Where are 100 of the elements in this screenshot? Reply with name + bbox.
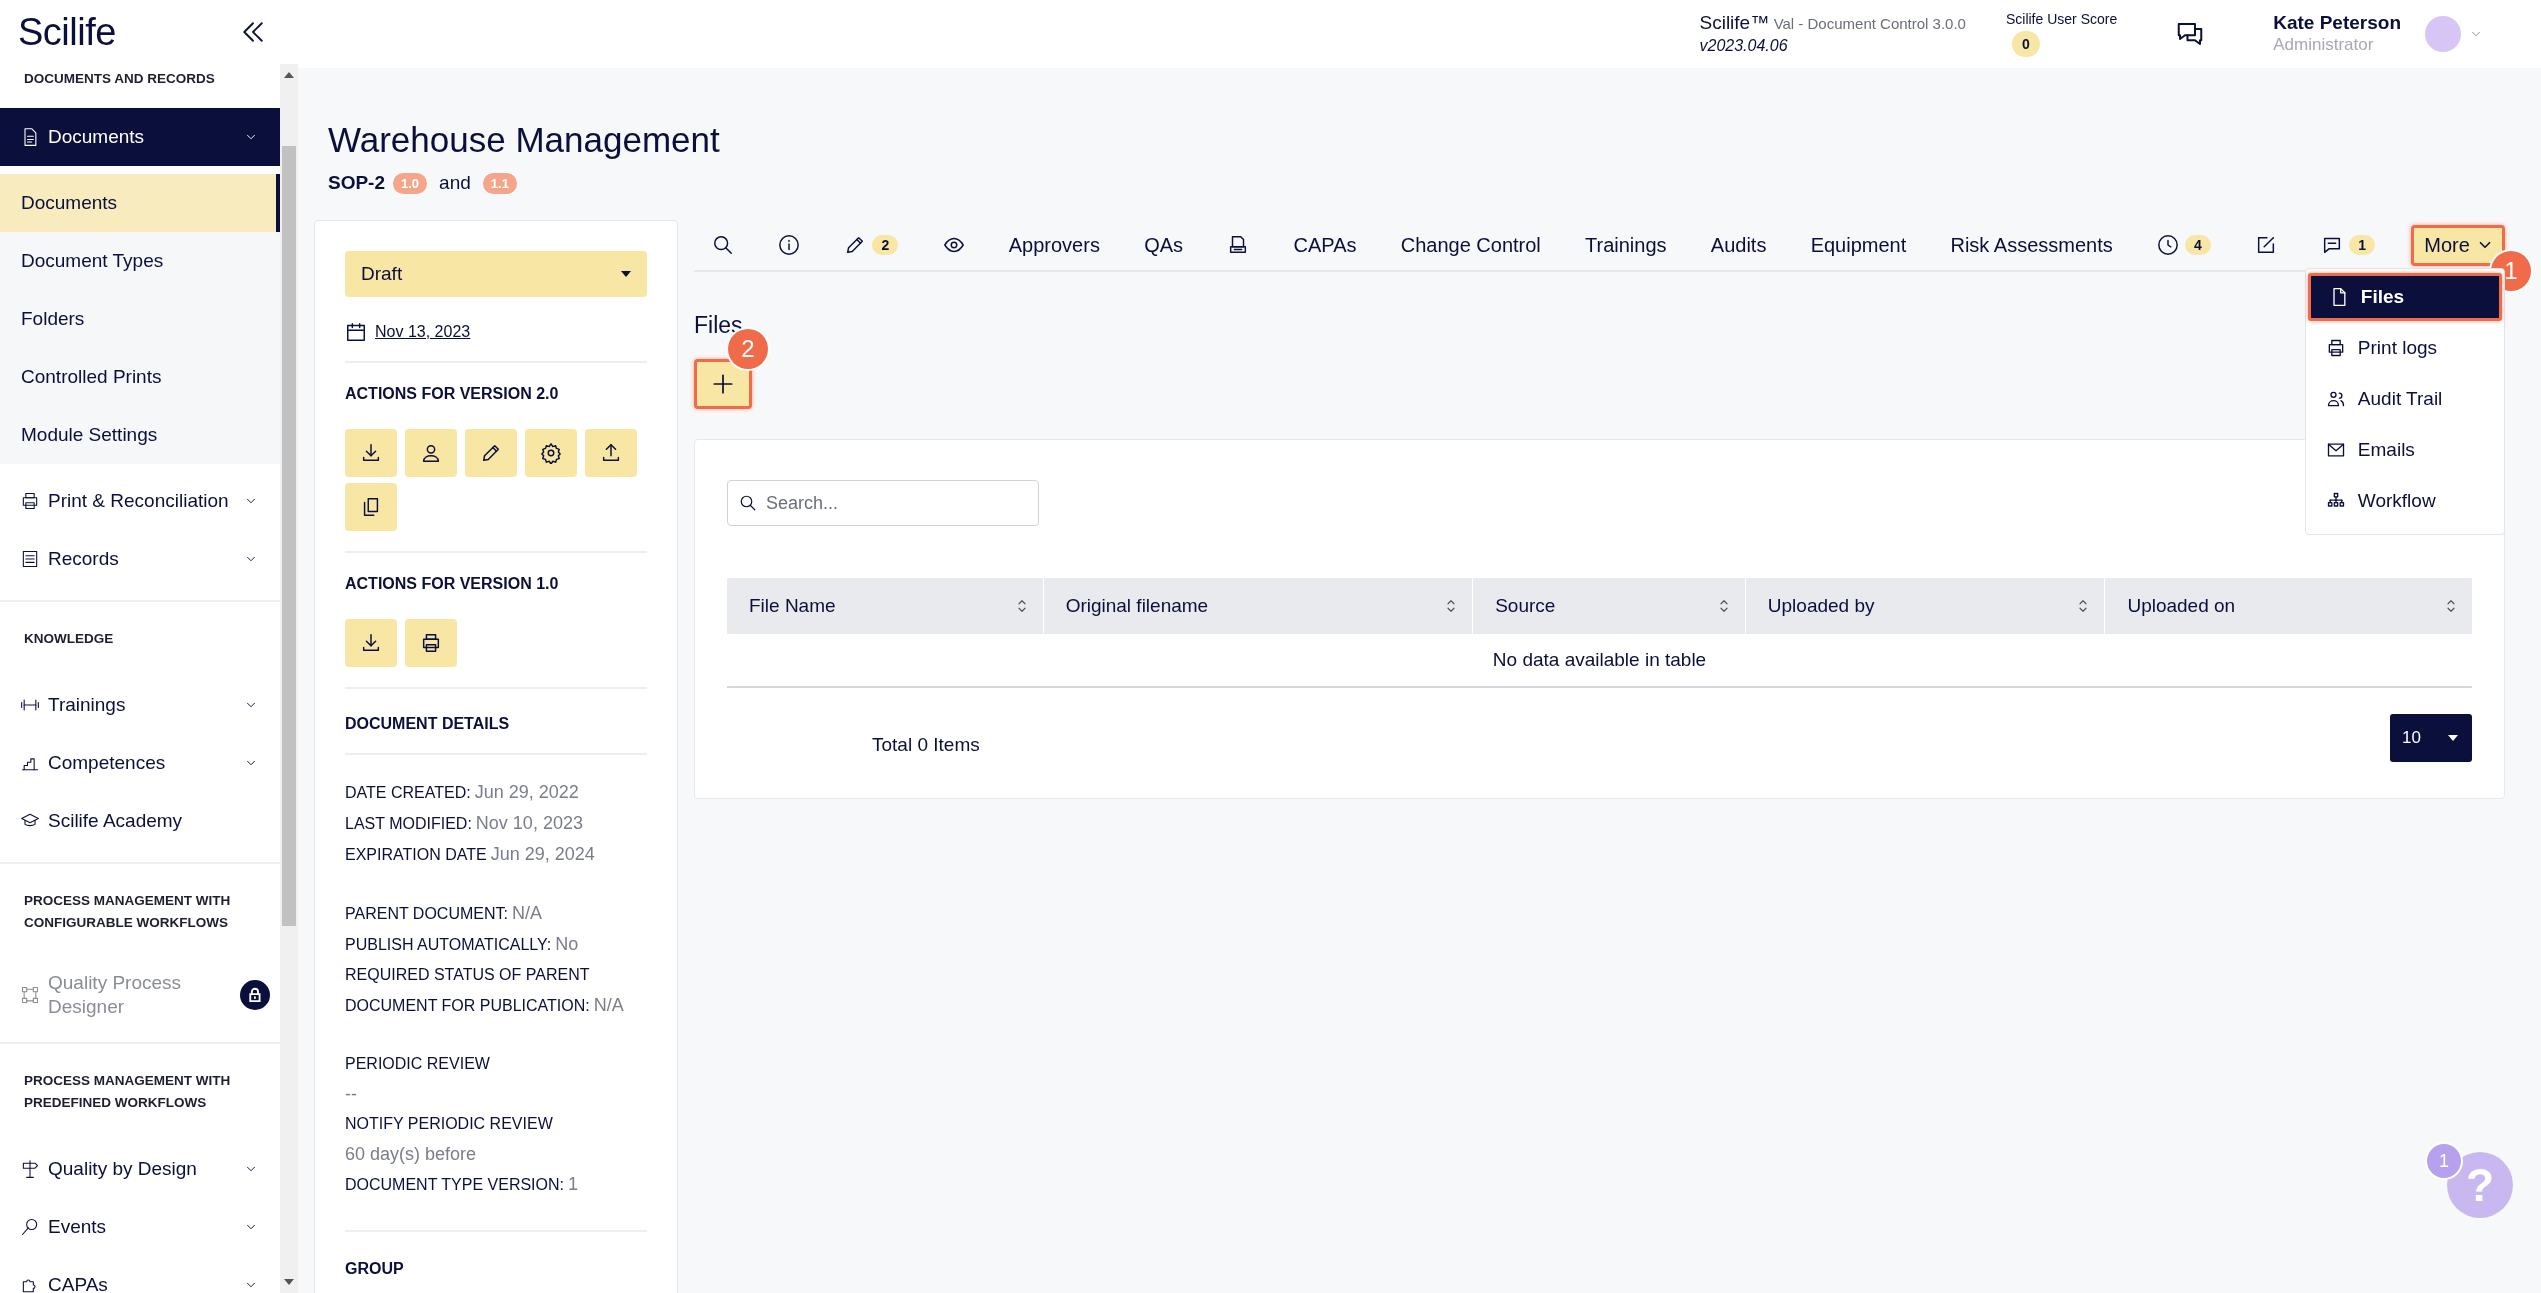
page-size-dropdown[interactable]: 10 [2390,714,2472,762]
detail-value: No [555,934,579,954]
tab[interactable]: Approvers [1000,225,1108,265]
menu-item[interactable]: Audit Trail [2307,374,2502,423]
clock-icon [2157,234,2179,256]
column-header[interactable]: File Name [727,578,1044,634]
menu-item[interactable]: Workflow [2307,476,2502,525]
tab[interactable]: Equipment [1802,225,1915,265]
nav-item[interactable]: Records [0,530,280,588]
version-badge: 1.1 [482,172,517,194]
printer-icon [420,632,442,654]
action-button[interactable] [585,429,637,477]
user-icon [420,442,442,464]
icon-tab[interactable]: 2 [836,226,907,264]
column-header[interactable]: Source [1473,578,1746,634]
detail-label: PUBLISH AUTOMATICALLY: [345,936,552,953]
nav-subitem[interactable]: Module Settings [0,406,280,464]
action-button[interactable] [345,483,397,531]
tab[interactable]: Audits [1702,225,1775,265]
date-link[interactable]: Nov 13, 2023 [375,323,471,341]
scrollbar[interactable] [280,64,298,1293]
icon-tab[interactable]: 1 [2313,226,2384,264]
nav-subitem[interactable]: Folders [0,290,280,348]
scrollbar-thumb[interactable] [282,146,296,926]
nav-item[interactable]: Print & Reconciliation [0,472,280,530]
detail-value: N/A [512,903,542,923]
info-icon [778,234,801,256]
empty-message: No data available in table [727,634,2472,688]
section-title: ACTIONS FOR VERSION 2.0 [345,385,560,403]
detail-value: 60 day(s) before [345,1143,478,1166]
nodes-icon [20,985,40,1005]
tab[interactable]: Trainings [1577,225,1675,265]
section-title: DOCUMENT DETAILS [345,689,647,755]
detail-label: DOCUMENT TYPE VERSION: [345,1176,564,1193]
notification-badge: 1 [2427,1144,2461,1178]
nav-item[interactable]: CAPAs [0,1256,280,1293]
search-field[interactable]: Search... [727,480,1039,526]
detail-value: Nov 10, 2023 [475,813,583,833]
detail-value: Jun 29, 2024 [490,844,595,864]
download-icon [360,632,382,654]
section-title: GROUP [345,1230,647,1278]
action-button[interactable] [405,429,457,477]
section-title: DOCUMENTS AND RECORDS [23,70,216,88]
action-button[interactable] [465,429,517,477]
document-code: SOP-2 [328,172,386,194]
section-title: PROCESS MANAGEMENT WITH CONFIGURABLE WORKFLOWS [23,892,232,932]
menu-item[interactable]: Print logs [2307,323,2502,372]
action-button[interactable] [345,429,397,477]
tab[interactable]: CAPAs [1285,225,1365,265]
score-badge: 0 [2011,31,2040,57]
lock-icon [240,980,270,1010]
count-badge: 2 [872,235,899,255]
caret-icon [2448,735,2458,741]
detail-label: PARENT DOCUMENT: [345,905,508,922]
column-header[interactable]: Uploaded by [1745,578,2106,634]
upload-icon [600,442,622,464]
column-header[interactable]: Original filename [1043,578,1474,634]
edit-square-icon [2255,234,2277,256]
printer-icon [20,491,40,511]
total-count: Total 0 Items [872,734,980,756]
nav-item[interactable]: Scilife Academy [0,792,280,850]
detail-label: PERIODIC REVIEW [345,1054,491,1074]
detail-label: REQUIRED STATUS OF PARENT DOCUMENT FOR PUBLICATION: [345,966,590,1014]
nav-item[interactable]: Competences [0,734,280,792]
score-label: Scilife User Score [2005,11,2118,27]
search-icon [739,494,757,512]
action-button[interactable] [525,429,577,477]
search-icon [712,234,734,256]
nav-item[interactable]: Trainings [0,676,280,734]
action-button[interactable] [405,619,457,667]
gear-icon [540,442,562,464]
nav-subitem[interactable]: Document Types [0,232,280,290]
detail-label: EXPIRATION DATE [345,846,487,863]
icon-tab[interactable]: 4 [2149,226,2219,264]
nav-item[interactable]: Quality by Design [0,1140,280,1198]
tab[interactable]: Risk Assessments [1942,225,2121,265]
download-icon [360,442,382,464]
detail-value: -- [345,1083,358,1106]
column-header[interactable]: Uploaded on [2105,578,2472,634]
tab[interactable]: Change Control [1392,225,1549,265]
list-icon [20,549,40,569]
menu-item[interactable]: Files [2307,272,2502,321]
more-tab[interactable]: More [2411,224,2505,266]
nav-item[interactable]: Documents [0,108,280,166]
nav-item[interactable]: Events [0,1198,280,1256]
menu-item[interactable]: Emails [2307,425,2502,474]
logo[interactable]: Scilife [18,10,116,54]
detail-value: Jun 29, 2022 [474,782,579,802]
status-dropdown[interactable]: Draft [345,251,647,297]
detail-label: LAST MODIFIED: [345,815,472,832]
count-badge: 4 [2185,235,2211,255]
signpost-icon [20,1159,40,1179]
detail-value: 1 [568,1174,578,1194]
action-button[interactable] [345,619,397,667]
add-button[interactable] [694,359,752,409]
scroll-down-icon[interactable] [284,1279,294,1285]
tab[interactable]: QAs [1136,225,1192,265]
nav-subitem[interactable]: Controlled Prints [0,348,280,406]
nav-subitem[interactable]: Documents [0,174,280,232]
product-edition: Val - Document Control 3.0.0 [1773,14,1966,32]
